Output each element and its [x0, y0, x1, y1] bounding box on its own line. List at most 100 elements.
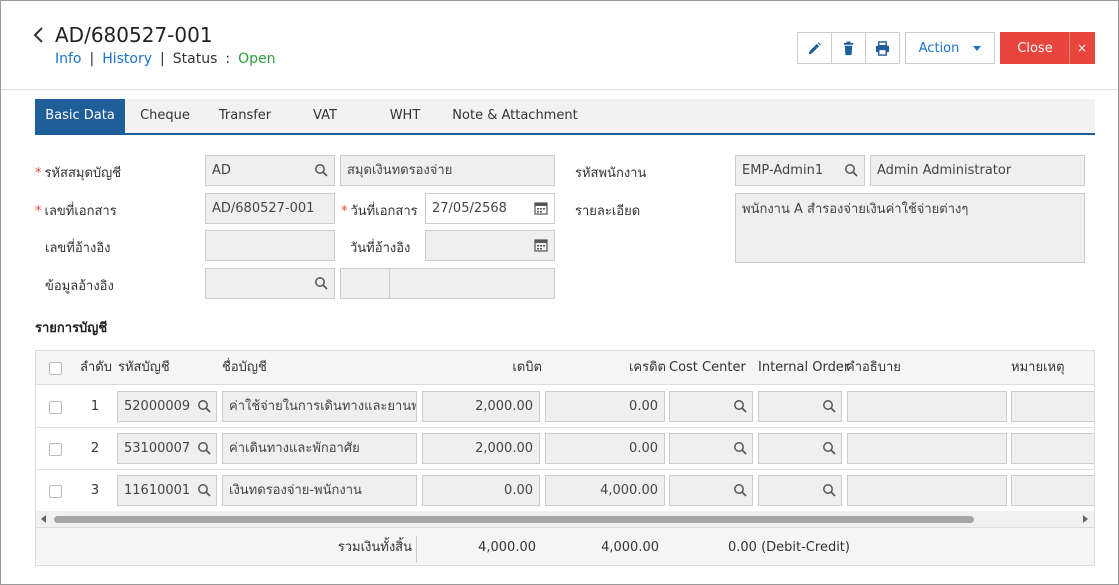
back-arrow-icon[interactable]	[31, 25, 47, 45]
col-seq: ลำดับ	[80, 360, 112, 375]
book-code-value: AD	[212, 163, 231, 178]
tab-vat[interactable]: VAT	[285, 99, 365, 133]
search-icon[interactable]	[733, 399, 747, 413]
nav-info-link[interactable]: Info	[55, 51, 82, 67]
search-icon[interactable]	[314, 276, 328, 290]
search-icon[interactable]	[822, 441, 836, 455]
tab-wht[interactable]: WHT	[365, 99, 445, 133]
print-button[interactable]	[865, 32, 900, 64]
nav-separator: |	[160, 51, 165, 67]
sub-navigation: Info | History | Status: Open	[55, 51, 276, 67]
account-name-cell: เงินทดรองจ่าย-พนักงาน	[222, 475, 417, 506]
credit-cell[interactable]: 0.00	[545, 433, 665, 464]
horizontal-scrollbar[interactable]	[36, 511, 1094, 527]
search-icon[interactable]	[733, 483, 747, 497]
detail-textarea[interactable]: พนักงาน A สำรองจ่ายเงินค่าใช้จ่ายต่างๆ	[735, 193, 1085, 263]
scrollbar-thumb[interactable]	[54, 516, 974, 523]
row-seq: 1	[90, 399, 100, 414]
row-checkbox[interactable]	[49, 443, 62, 456]
close-x-button[interactable]: ×	[1069, 32, 1095, 64]
calendar-icon[interactable]	[534, 201, 548, 215]
doc-date-value: 27/05/2568	[432, 201, 507, 216]
required-marker: *	[35, 166, 42, 181]
delete-button[interactable]	[831, 32, 866, 64]
debit-cell[interactable]: 0.00	[422, 475, 540, 506]
ref-info-field[interactable]	[205, 268, 335, 299]
debit-cell[interactable]: 2,000.00	[422, 391, 540, 422]
select-all-checkbox[interactable]	[49, 362, 62, 375]
account-name-cell: ค่าใช้จ่ายในการเดินทางและยานพาหนะ	[222, 391, 417, 422]
total-difference: 0.00 (Debit-Credit)	[728, 540, 850, 555]
account-code-value: 52000009	[124, 399, 191, 414]
description-cell[interactable]	[847, 391, 1007, 422]
action-dropdown-button[interactable]: Action	[905, 32, 995, 64]
internal-order-cell[interactable]	[758, 475, 842, 506]
doc-no-label: * เลขที่เอกสาร	[35, 200, 117, 221]
employee-code-value: EMP-Admin1	[742, 163, 824, 178]
table-row: 2 53100007 ค่าเดินทางและพักอาศัย 2,000.0…	[36, 428, 1094, 470]
calendar-icon[interactable]	[534, 238, 548, 252]
credit-cell[interactable]: 0.00	[545, 391, 665, 422]
internal-order-cell[interactable]	[758, 433, 842, 464]
remark-cell[interactable]	[1011, 475, 1094, 506]
status-label: Status	[172, 51, 218, 67]
search-icon[interactable]	[733, 441, 747, 455]
col-account-name: ชื่อบัญชี	[222, 360, 267, 375]
description-cell[interactable]	[847, 433, 1007, 464]
account-code-cell[interactable]: 53100007	[117, 433, 217, 464]
scroll-left-arrow-icon[interactable]	[41, 515, 46, 523]
search-icon[interactable]	[822, 399, 836, 413]
cost-center-cell[interactable]	[669, 433, 753, 464]
cost-center-cell[interactable]	[669, 391, 753, 422]
tab-cheque[interactable]: Cheque	[125, 99, 205, 133]
remark-cell[interactable]	[1011, 391, 1094, 422]
search-icon[interactable]	[197, 441, 211, 455]
employee-code-field[interactable]: EMP-Admin1	[735, 155, 865, 186]
search-icon[interactable]	[822, 483, 836, 497]
tab-basic-data[interactable]: Basic Data	[35, 99, 125, 133]
printer-icon	[875, 40, 890, 56]
description-cell[interactable]	[847, 475, 1007, 506]
employee-name-field: Admin Administrator	[870, 155, 1085, 186]
ref-date-field[interactable]	[425, 230, 555, 261]
remark-cell[interactable]	[1011, 433, 1094, 464]
nav-history-link[interactable]: History	[102, 51, 152, 67]
internal-order-cell[interactable]	[758, 391, 842, 422]
doc-date-label: * วันที่เอกสาร	[341, 200, 418, 221]
grid-footer: รวมเงินทั้งสิ้น 4,000.00 4,000.00 0.00 (…	[36, 527, 1094, 565]
col-cost-center: Cost Center	[669, 360, 746, 375]
col-account-code: รหัสบัญชี	[118, 360, 170, 375]
edit-button[interactable]	[797, 32, 832, 64]
tab-transfer[interactable]: Transfer	[205, 99, 285, 133]
caret-down-icon	[973, 45, 982, 51]
row-checkbox[interactable]	[49, 485, 62, 498]
search-icon[interactable]	[197, 483, 211, 497]
search-icon[interactable]	[314, 163, 328, 177]
close-button[interactable]: Close	[1000, 32, 1070, 64]
search-icon[interactable]	[197, 399, 211, 413]
scroll-right-arrow-icon[interactable]	[1083, 515, 1088, 523]
ref-no-label: เลขที่อ้างอิง	[45, 241, 111, 256]
total-credit: 4,000.00	[601, 540, 659, 555]
search-icon[interactable]	[844, 163, 858, 177]
page-title: AD/680527-001	[55, 23, 213, 47]
account-code-cell[interactable]: 52000009	[117, 391, 217, 422]
table-row: 1 52000009 ค่าใช้จ่ายในการเดินทางและยานพ…	[36, 386, 1094, 428]
col-remark: หมายเหตุ	[1011, 360, 1065, 375]
doc-no-field: AD/680527-001	[205, 193, 335, 224]
account-code-value: 11610001	[124, 483, 191, 498]
debit-cell[interactable]: 2,000.00	[422, 433, 540, 464]
book-code-field[interactable]: AD	[205, 155, 335, 186]
ref-no-field[interactable]	[205, 230, 335, 261]
account-code-cell[interactable]: 11610001	[117, 475, 217, 506]
cost-center-cell[interactable]	[669, 475, 753, 506]
total-debit: 4,000.00	[478, 540, 536, 555]
row-checkbox[interactable]	[49, 401, 62, 414]
employee-code-label: รหัสพนักงาน	[575, 166, 647, 181]
tab-note-attachment[interactable]: Note & Attachment	[445, 99, 585, 133]
detail-label: รายละเอียด	[575, 204, 641, 219]
credit-cell[interactable]: 4,000.00	[545, 475, 665, 506]
book-code-label-text: รหัสสมุดบัญชี	[44, 166, 122, 181]
table-row: 3 11610001 เงินทดรองจ่าย-พนักงาน 0.00 4,…	[36, 470, 1094, 512]
doc-date-field[interactable]: 27/05/2568	[425, 193, 555, 224]
